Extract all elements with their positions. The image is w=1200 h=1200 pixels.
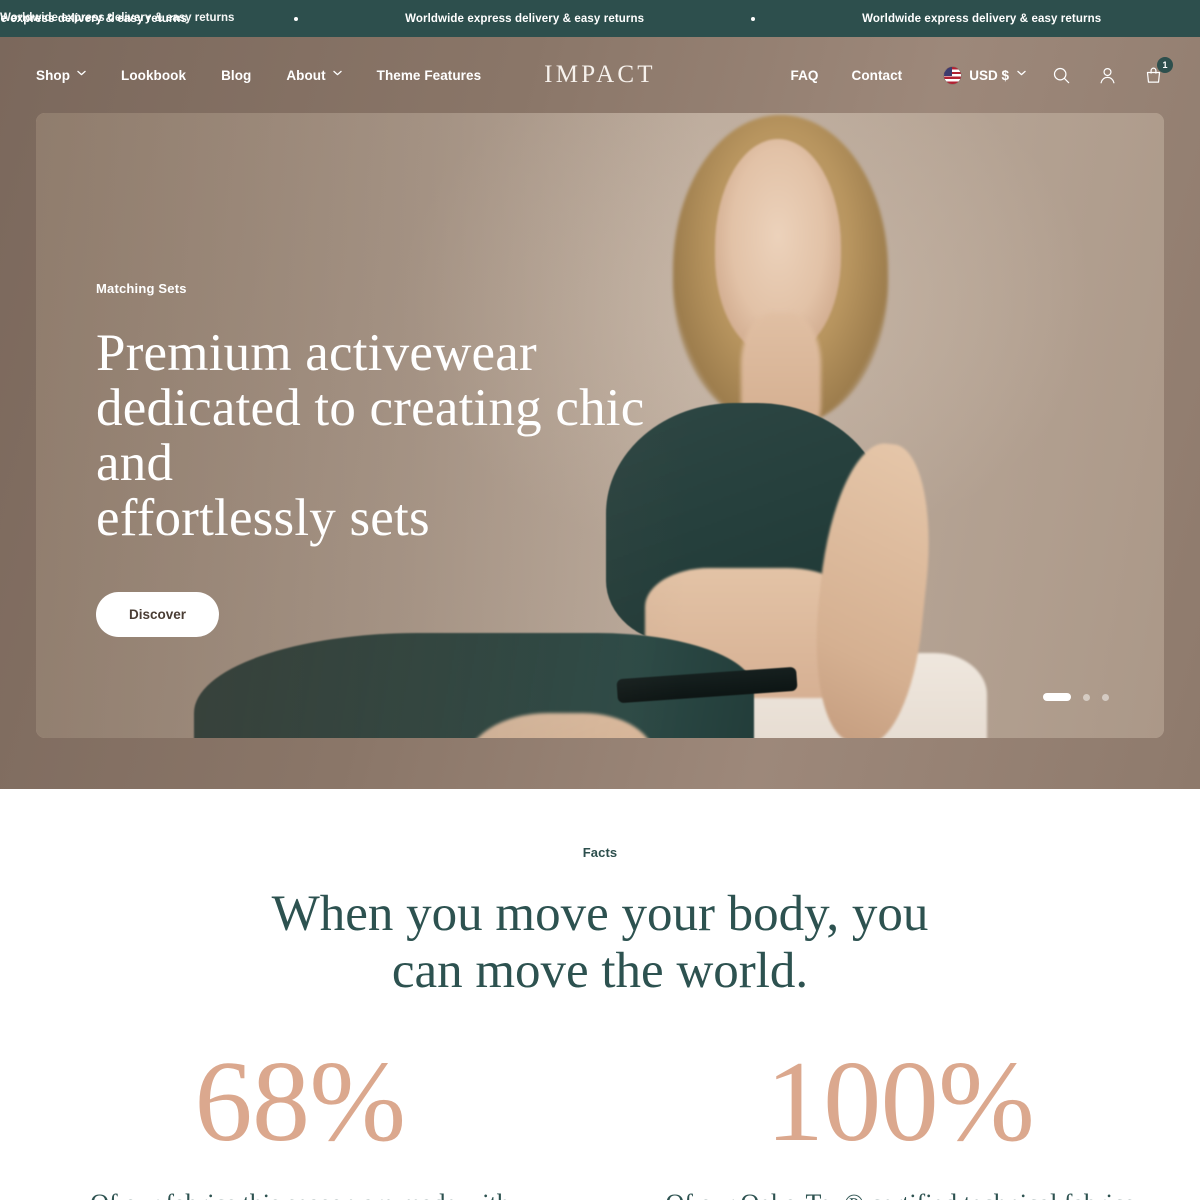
nav-item-label: Blog — [221, 67, 252, 83]
announcement-bar: Worldwide express delivery & easy return… — [0, 0, 1200, 37]
hero-title: Premium activewear dedicated to creating… — [96, 324, 645, 548]
nav-item-label: FAQ — [790, 67, 819, 83]
currency-selector[interactable]: USD $ — [944, 66, 1026, 84]
stat-item: 68% Of our fabrics this season are made … — [0, 1044, 600, 1200]
facts-section: Facts When you move your body, you can m… — [0, 789, 1200, 1200]
carousel-dot-2[interactable] — [1083, 693, 1090, 701]
announcement-separator-icon — [294, 16, 299, 21]
announcement-message: Worldwide express delivery & easy return… — [862, 12, 1102, 25]
nav-item-shop[interactable]: Shop — [36, 68, 86, 83]
chevron-down-icon — [77, 70, 86, 79]
main-navigation: Shop Lookbook Blog About Theme Features — [36, 37, 1173, 113]
cart-icon[interactable]: 1 — [1142, 57, 1173, 86]
nav-item-lookbook[interactable]: Lookbook — [121, 68, 186, 83]
stat-description: Of our fabrics this season are made with… — [48, 1186, 552, 1200]
facts-heading: When you move your body, you can move th… — [271, 886, 929, 1000]
hero-eyebrow: Matching Sets — [96, 281, 187, 296]
facts-label: Facts — [582, 845, 618, 860]
nav-item-label: Theme Features — [376, 67, 482, 83]
nav-item-label: Shop — [36, 67, 71, 83]
hero-band: Shop Lookbook Blog About Theme Features — [0, 37, 1200, 789]
announcement-separator-icon — [751, 16, 756, 21]
nav-item-label: Contact — [851, 67, 903, 83]
stat-description: Of our Oeko-Tex® certified technical fab… — [648, 1186, 1152, 1200]
us-flag-icon — [944, 66, 962, 84]
chevron-down-icon — [332, 70, 342, 79]
carousel-pagination — [1043, 693, 1109, 701]
nav-item-label: Lookbook — [121, 67, 187, 83]
nav-item-faq[interactable]: FAQ — [791, 68, 819, 83]
nav-item-label: About — [286, 67, 326, 83]
nav-item-about[interactable]: About — [286, 67, 342, 83]
nav-item-blog[interactable]: Blog — [221, 68, 251, 83]
stat-value: 100% — [765, 1038, 1035, 1167]
search-icon[interactable] — [1050, 64, 1072, 86]
account-icon[interactable] — [1096, 64, 1118, 86]
currency-label: USD $ — [969, 67, 1009, 83]
site-logo[interactable]: IMPACT — [544, 61, 656, 89]
carousel-dot-1[interactable] — [1043, 693, 1071, 701]
announcement-message-overlap: Worldwide express delivery & easy return… — [0, 12, 235, 24]
stat-item: 100% Of our Oeko-Tex® certified technica… — [600, 1044, 1200, 1200]
stats-row: 68% Of our fabrics this season are made … — [0, 1044, 1200, 1200]
hero-discover-button[interactable]: Discover — [96, 592, 220, 638]
stat-value: 68% — [194, 1038, 406, 1167]
hero-content: Matching Sets Premium activewear dedicat… — [96, 281, 716, 638]
chevron-down-icon — [1017, 70, 1026, 79]
nav-right-group: FAQ Contact USD $ 1 — [758, 57, 1173, 86]
hero-carousel: Matching Sets Premium activewear dedicat… — [36, 113, 1164, 738]
carousel-dot-3[interactable] — [1102, 693, 1109, 701]
cart-count-badge: 1 — [1157, 57, 1173, 73]
announcement-message: Worldwide express delivery & easy return… — [405, 12, 645, 25]
nav-item-contact[interactable]: Contact — [852, 68, 903, 83]
nav-left-group: Shop Lookbook Blog About Theme Features — [36, 68, 516, 83]
nav-item-theme-features[interactable]: Theme Features — [377, 68, 481, 83]
